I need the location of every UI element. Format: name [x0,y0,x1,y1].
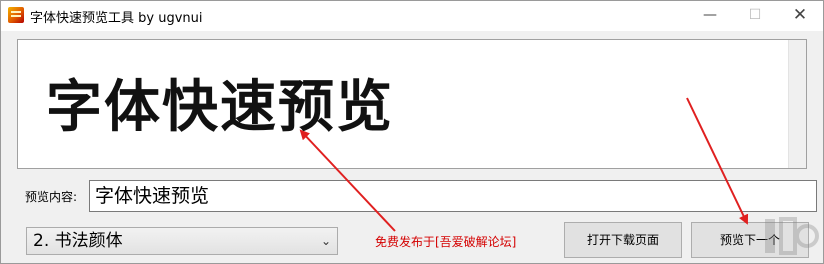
app-icon [8,7,24,23]
open-download-page-button[interactable]: 打开下载页面 [564,222,682,258]
preview-content-input[interactable]: 字体快速预览 [89,180,817,212]
font-select-value: 2. 书法颜体 [33,231,123,251]
chevron-down-icon[interactable]: ⌄ [321,230,331,252]
minimize-button[interactable]: — [687,1,733,31]
watermark-logo [765,217,819,255]
title-bar[interactable]: 字体快速预览工具 by ugvnui — ☐ ✕ [1,1,823,31]
publish-notice: 免费发布于[吾爱破解论坛] [375,235,517,249]
preview-content-label: 预览内容: [25,190,78,204]
app-window: 字体快速预览工具 by ugvnui — ☐ ✕ 字体快速预览 预览内容: 字体… [0,0,824,264]
maximize-button[interactable]: ☐ [732,1,778,31]
window-title: 字体快速预览工具 by ugvnui [30,11,203,26]
font-preview-area: 字体快速预览 [17,39,807,169]
close-button[interactable]: ✕ [777,1,823,31]
preview-sample-text: 字体快速预览 [46,74,394,140]
font-select-dropdown[interactable]: 2. 书法颜体 ⌄ [26,227,338,255]
preview-scrollbar[interactable] [788,40,806,168]
